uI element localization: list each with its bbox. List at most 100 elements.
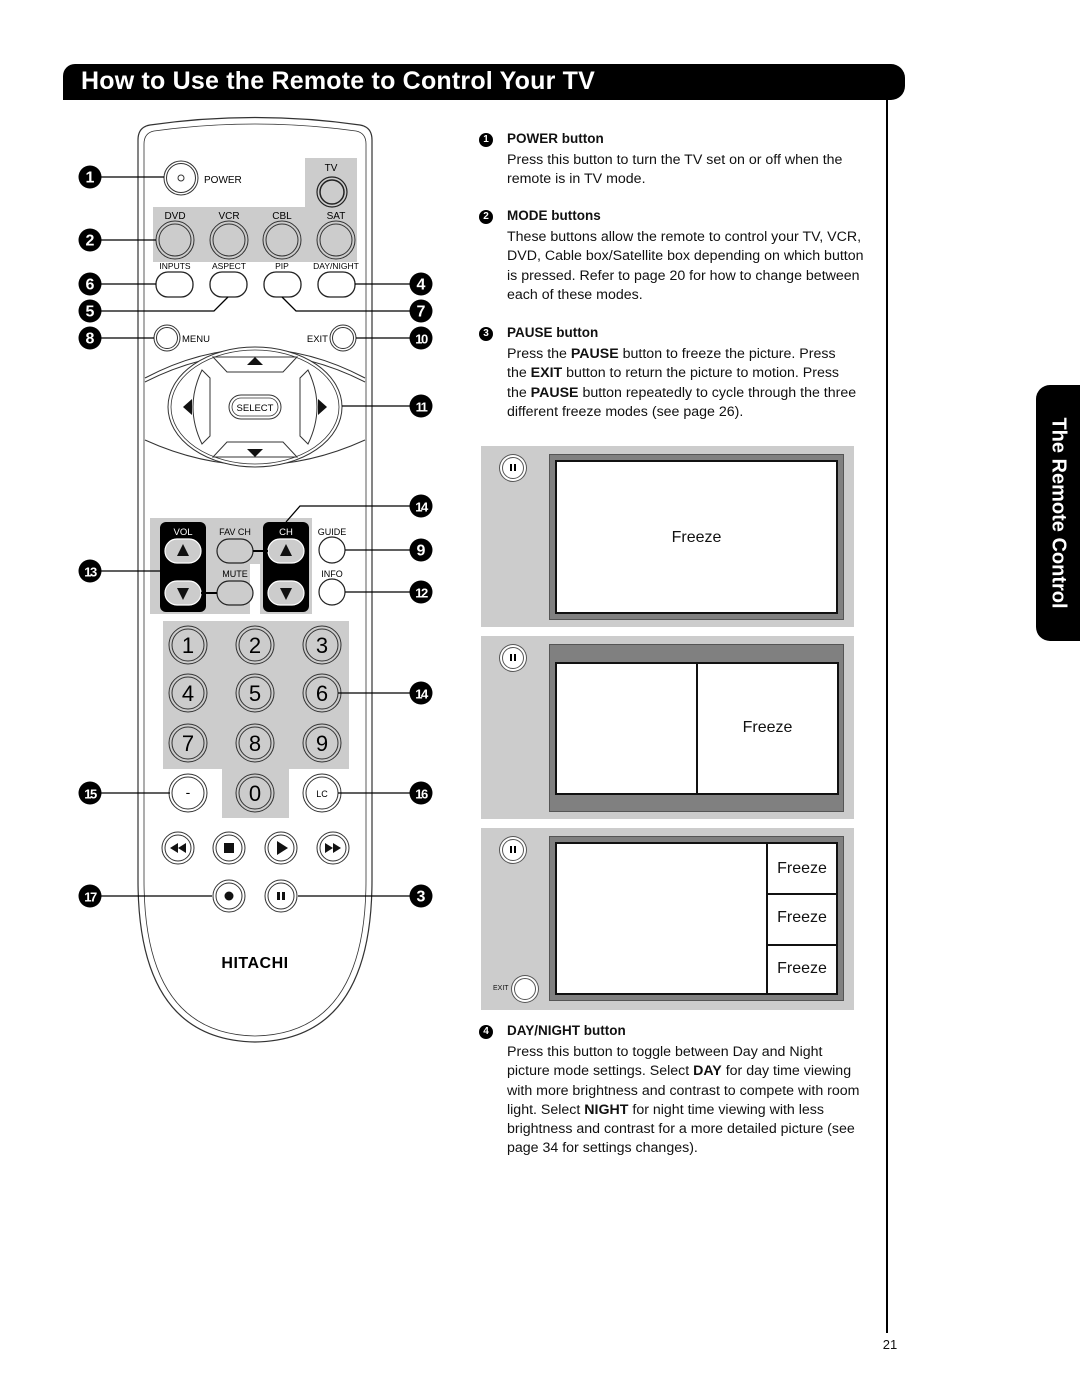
emphasis-text: NIGHT <box>584 1101 629 1118</box>
section-title: MODE buttons <box>507 208 601 223</box>
svg-text:5: 5 <box>86 304 95 321</box>
rewind-button <box>161 831 195 865</box>
body-text: Press this button to turn the TV set on … <box>507 152 843 188</box>
brand-logo: HITACHI <box>221 955 288 972</box>
emphasis-text: PAUSE <box>530 384 579 401</box>
tv-button <box>316 176 348 208</box>
day-night-label: DAY/NIGHT <box>313 261 359 271</box>
tv-screen-frame: Freeze Freeze Freeze <box>549 836 844 1001</box>
freeze-subscreen: Freeze <box>766 944 838 995</box>
mute-label: MUTE <box>222 569 248 579</box>
freeze-panel-multi: EXIT Freeze Freeze Freeze <box>481 828 854 1010</box>
emphasis-text: PAUSE <box>570 346 619 362</box>
freeze-subscreen: Freeze <box>766 842 838 895</box>
callout-dash: 15 <box>78 781 102 805</box>
info-label: INFO <box>321 569 343 579</box>
section-heading: 2 MODE buttons <box>479 208 867 224</box>
section-title: DAY/NIGHT button <box>507 1023 626 1038</box>
number-key-label: 0 <box>249 781 261 806</box>
inputs-label: INPUTS <box>159 261 191 271</box>
aspect-button <box>209 271 248 298</box>
callout-record: 17 <box>78 884 102 908</box>
callout-mode: 2 <box>78 228 102 252</box>
dash-button: - <box>168 773 208 813</box>
svg-text:12: 12 <box>415 586 428 601</box>
tv-screen-frame: Freeze <box>549 644 844 812</box>
number-key-2: 2 <box>235 625 275 665</box>
number-key-label: 5 <box>249 681 261 706</box>
number-key-9: 9 <box>302 723 342 763</box>
section-body: Press the PAUSE button to freeze the pic… <box>507 345 857 422</box>
section-number-badge: 4 <box>479 1025 493 1039</box>
svg-text:17: 17 <box>84 890 97 905</box>
menu-button <box>153 324 181 352</box>
svg-text:2: 2 <box>86 233 95 250</box>
svg-text:16: 16 <box>415 787 428 802</box>
sat-button <box>316 220 356 260</box>
number-key-8: 8 <box>235 723 275 763</box>
menu-label: MENU <box>182 334 210 345</box>
freeze-label: Freeze <box>671 529 722 546</box>
pause-button <box>264 879 298 913</box>
day-night-button <box>317 271 356 298</box>
svg-text:7: 7 <box>417 304 426 321</box>
section-number-badge: 2 <box>479 210 493 224</box>
dvd-label: DVD <box>164 211 185 222</box>
freeze-label: Freeze <box>777 909 827 926</box>
callout-numpad: 14 <box>409 681 433 705</box>
record-icon <box>224 891 234 901</box>
callout-pause: 3 <box>409 884 433 908</box>
side-tab-label: The Remote Control <box>1047 417 1070 609</box>
callout-aspect: 5 <box>78 299 102 323</box>
guide-label: GUIDE <box>318 527 347 537</box>
tv-screen: Freeze <box>555 460 838 614</box>
svg-text:15: 15 <box>84 787 97 802</box>
pip-label: PIP <box>275 261 289 271</box>
svg-text:11: 11 <box>416 400 428 415</box>
callout-menu: 8 <box>78 326 102 350</box>
vol-label: VOL <box>173 527 192 538</box>
info-button <box>318 578 346 606</box>
number-key-0: 0 <box>235 773 275 813</box>
cbl-button <box>262 220 302 260</box>
callout-guide: 9 <box>409 538 433 562</box>
vcr-button <box>209 220 249 260</box>
select-label: SELECT <box>237 403 274 414</box>
lc-button: LC <box>302 773 342 813</box>
freeze-label: Freeze <box>777 960 827 977</box>
record-button <box>212 879 246 913</box>
section-body: Press this button to turn the TV set on … <box>507 151 867 190</box>
svg-text:3: 3 <box>417 889 426 906</box>
number-key-label: 2 <box>249 633 261 658</box>
tv-screen-left <box>555 662 698 795</box>
freeze-label: Freeze <box>742 719 793 736</box>
svg-text:9: 9 <box>417 543 426 560</box>
section-mode: 2 MODE buttons These buttons allow the re… <box>479 208 867 305</box>
callout-power: 1 <box>78 165 102 189</box>
dash-button-label: - <box>186 784 191 800</box>
ch-label: CH <box>279 527 293 538</box>
number-key-4: 4 <box>168 673 208 713</box>
lc-button-label: LC <box>316 789 328 799</box>
callout-ch_top: 14 <box>409 494 433 518</box>
section-number-badge: 3 <box>479 327 493 341</box>
section-pause: 3 PAUSE button Press the PAUSE button to … <box>479 325 857 422</box>
pause-icon <box>502 457 524 479</box>
body-text: Press the <box>507 346 571 362</box>
emphasis-text: DAY <box>693 1063 722 1080</box>
number-key-label: 7 <box>182 731 194 756</box>
section-number-badge: 1 <box>479 133 493 147</box>
fast-forward-button <box>316 831 350 865</box>
number-key-label: 3 <box>316 633 328 658</box>
number-key-5: 5 <box>235 673 275 713</box>
aspect-label: ASPECT <box>212 261 246 271</box>
vertical-rule <box>886 100 888 1333</box>
emphasis-text: EXIT <box>530 365 563 382</box>
callout-cursor: 11 <box>409 394 433 418</box>
number-key-3: 3 <box>302 625 342 665</box>
number-key-label: 4 <box>182 681 194 706</box>
dvd-button <box>155 220 195 260</box>
power-label: POWER <box>204 175 242 186</box>
svg-text:1: 1 <box>86 170 95 187</box>
fav-ch-button <box>216 538 254 564</box>
